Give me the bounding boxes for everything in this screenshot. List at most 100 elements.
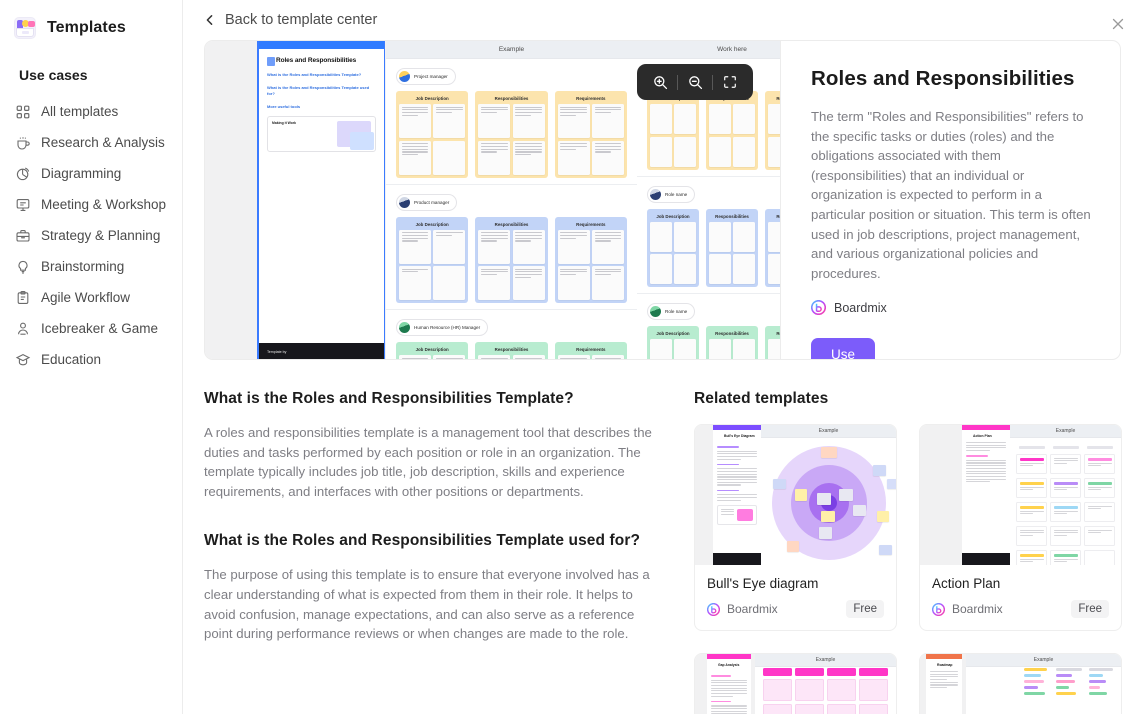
sidebar-item-label: Strategy & Planning (41, 228, 161, 243)
thumb-canvas-header: Example (966, 654, 1121, 667)
lightbulb-icon (15, 259, 31, 275)
related-templates-grid: Bull's Eye Diagram Example Bull's Eye di… (694, 424, 1130, 714)
preview-block: Job Description (396, 91, 469, 178)
related-template-card[interactable]: Bull's Eye Diagram Example Bull's Eye di… (694, 424, 897, 631)
thumb-doc-footer (713, 553, 761, 565)
related-template-card[interactable]: Gap Analysis Example (694, 653, 897, 714)
sidebar-item-meeting-workshop[interactable]: Meeting & Workshop (0, 190, 182, 220)
fullscreen-icon[interactable] (713, 64, 747, 100)
preview-block: Requirements (765, 91, 780, 170)
use-button[interactable]: Use (811, 338, 875, 359)
related-template-thumbnail: Bull's Eye Diagram Example (695, 425, 896, 565)
sidebar-item-all-templates[interactable]: All templates (0, 97, 182, 127)
preview-role-chip: Project manager (396, 68, 456, 85)
thumb-doc-panel: Roadmap (926, 654, 962, 714)
avatar (650, 188, 661, 200)
preview-block: Responsibilities (706, 91, 758, 170)
preview-role-group: Human Resource (HR) Manager Job Descript… (386, 310, 637, 359)
preview-doc-subheading: What is the Roles and Responsibilities T… (267, 85, 370, 96)
template-author-name: Boardmix (834, 300, 887, 315)
preview-role-name: Project manager (414, 74, 448, 79)
boardmix-logo-icon (707, 602, 720, 616)
related-template-footer: Boardmix Free (707, 600, 884, 618)
clipboard-icon (15, 290, 31, 306)
grid-icon (15, 104, 31, 120)
related-template-card[interactable]: Action Plan Example Action Plan Boardmix… (919, 424, 1122, 631)
thumb-doc-title: Action Plan (973, 434, 992, 438)
thumb-doc-title: Bull's Eye Diagram (724, 434, 755, 438)
preview-block: Job Description (647, 208, 699, 287)
sidebar: Templates Use cases All templates Resear… (0, 0, 183, 714)
sidebar-item-strategy-planning[interactable]: Strategy & Planning (0, 221, 182, 251)
related-template-body: Bull's Eye diagram Boardmix Free (695, 565, 896, 630)
briefcase-icon (15, 228, 31, 244)
sidebar-item-label: All templates (41, 104, 119, 119)
preview-block: Job Description (396, 216, 469, 303)
thumb-doc-lines (962, 438, 1010, 483)
preview-doc-panel: Roles and Responsibilities What is the R… (257, 41, 385, 359)
sidebar-item-education[interactable]: Education (0, 345, 182, 375)
thumb-canvas: Example (1010, 425, 1121, 565)
article-body: The purpose of using this template is to… (204, 567, 650, 642)
coffee-cup-icon (15, 135, 31, 151)
sidebar-item-label: Research & Analysis (41, 135, 165, 150)
preview-block-title: Responsibilities (494, 347, 529, 352)
preview-block-title: Requirements (576, 96, 606, 101)
article-heading: What is the Roles and Responsibilities T… (204, 532, 641, 550)
related-template-name: Bull's Eye diagram (707, 576, 819, 591)
sidebar-item-agile-workflow[interactable]: Agile Workflow (0, 283, 182, 313)
action-plan-table (1016, 443, 1115, 565)
thumb-doc-title: Gap Analysis (718, 663, 740, 667)
article-section: What is the Roles and Responsibilities T… (204, 390, 664, 714)
thumb-canvas-header: Example (1010, 425, 1121, 438)
templates-logo-icon (14, 16, 36, 39)
preview-block: Job Description (647, 326, 699, 359)
preview-role-chip: Human Resource (HR) Manager (396, 319, 489, 336)
sidebar-item-icebreaker-game[interactable]: Icebreaker & Game (0, 314, 182, 344)
sidebar-item-label: Icebreaker & Game (41, 321, 159, 336)
lower-section: What is the Roles and Responsibilities T… (204, 390, 1130, 714)
related-template-author: Boardmix (727, 602, 778, 616)
preview-doc-more-label: More useful tools (267, 104, 301, 109)
zoom-in-icon[interactable] (643, 64, 677, 100)
back-to-template-center-link[interactable]: Back to template center (204, 12, 377, 28)
preview-block: Responsibilities (475, 91, 548, 178)
thumb-doc-card (717, 504, 757, 525)
preview-block-title: Requirements (776, 213, 780, 219)
preview-role-name: Role name (665, 191, 688, 197)
thumb-doc-lines (707, 667, 751, 714)
presentation-board-icon (15, 197, 31, 213)
preview-doc-card: Making it Work (267, 116, 376, 152)
brand: Templates (0, 0, 182, 39)
template-preview[interactable]: Roles and Responsibilities What is the R… (205, 41, 780, 359)
article-heading: What is the Roles and Responsibilities T… (204, 390, 574, 407)
article-body: A roles and responsibilities template is… (204, 425, 652, 499)
related-template-body: Action Plan Boardmix Free (920, 565, 1121, 630)
preview-column-header: Example (386, 41, 637, 59)
sidebar-item-brainstorming[interactable]: Brainstorming (0, 252, 182, 282)
related-template-card[interactable]: Roadmap Example (919, 653, 1122, 714)
thumb-doc-panel: Gap Analysis (707, 654, 751, 714)
avatar (399, 322, 410, 333)
template-author: Boardmix (811, 300, 1094, 316)
thumb-doc-footer (962, 553, 1010, 565)
page-content: Roles and Responsibilities What is the R… (183, 40, 1142, 714)
thumb-doc-panel: Bull's Eye Diagram (713, 425, 761, 565)
people-icon (15, 321, 31, 337)
preview-block: Requirements (554, 91, 627, 178)
preview-block-title: Job Description (656, 331, 690, 336)
sidebar-item-diagramming[interactable]: Diagramming (0, 159, 182, 189)
preview-block-title: Job Description (415, 221, 449, 227)
thumb-grid (763, 668, 888, 714)
preview-column-header: Work here (637, 41, 780, 59)
thumb-canvas: Example (966, 654, 1121, 714)
preview-block-title: Requirements (576, 347, 606, 352)
sidebar-item-research-analysis[interactable]: Research & Analysis (0, 128, 182, 158)
preview-role-group: Product manager Job Description Responsi… (386, 185, 637, 310)
related-template-thumbnail: Roadmap Example (920, 654, 1121, 714)
thumb-canvas: Example (761, 425, 896, 565)
zoom-out-icon[interactable] (678, 64, 712, 100)
sidebar-item-label: Education (41, 352, 102, 367)
close-icon[interactable] (1108, 14, 1128, 34)
boardmix-logo-icon (811, 300, 826, 316)
